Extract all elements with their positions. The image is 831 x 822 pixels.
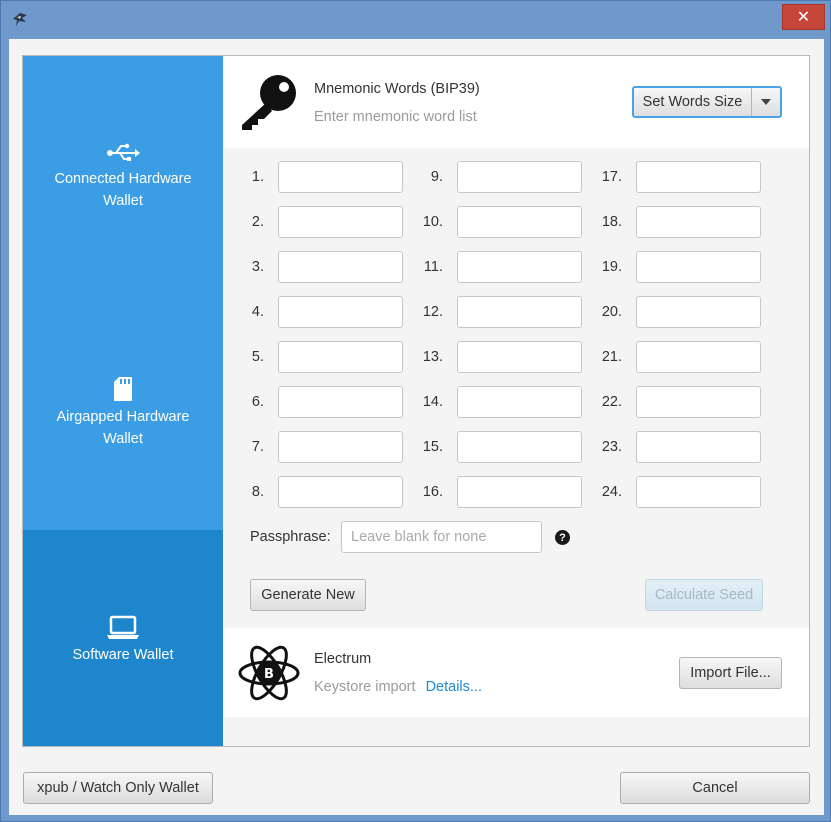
- word-input-5[interactable]: [278, 341, 403, 373]
- title-bar: ✕: [1, 1, 831, 37]
- word-input-22[interactable]: [636, 386, 761, 418]
- word-input-20[interactable]: [636, 296, 761, 328]
- mnemonic-card-header: Mnemonic Words (BIP39) Enter mnemonic wo…: [224, 56, 809, 148]
- set-words-size-button[interactable]: Set Words Size: [632, 86, 782, 118]
- import-wallet-window: ✕ Connected Hardware Wallet Airgapped Ha…: [0, 0, 831, 822]
- electrum-subtitle-text: Keystore import: [314, 679, 416, 695]
- close-window-button[interactable]: ✕: [782, 4, 825, 30]
- mnemonic-title: Mnemonic Words (BIP39): [314, 81, 480, 97]
- word-number: 18.: [601, 214, 622, 230]
- generate-new-button[interactable]: Generate New: [250, 579, 366, 611]
- word-input-10[interactable]: [457, 206, 582, 238]
- mnemonic-subtitle: Enter mnemonic word list: [314, 109, 477, 125]
- electrum-subtitle: Keystore import Details...: [314, 679, 482, 695]
- sd-card-icon: [113, 372, 133, 402]
- sidebar-item-label: Connected Hardware Wallet: [54, 171, 192, 209]
- electrum-title: Electrum: [314, 651, 372, 667]
- laptop-icon: [106, 610, 140, 640]
- passphrase-label: Passphrase:: [250, 529, 331, 545]
- import-file-button[interactable]: Import File...: [679, 657, 782, 689]
- cancel-button[interactable]: Cancel: [620, 772, 810, 804]
- sidebar-item-label: Airgapped Hardware Wallet: [56, 409, 190, 447]
- word-number: 20.: [601, 304, 622, 320]
- word-number: 23.: [601, 439, 622, 455]
- help-icon[interactable]: ?: [555, 530, 570, 545]
- word-number: 2.: [251, 214, 264, 230]
- word-input-11[interactable]: [457, 251, 582, 283]
- word-number: 21.: [601, 349, 622, 365]
- word-input-16[interactable]: [457, 476, 582, 508]
- word-input-17[interactable]: [636, 161, 761, 193]
- calculate-seed-button[interactable]: Calculate Seed: [645, 579, 763, 611]
- word-number: 12.: [422, 304, 443, 320]
- word-number: 24.: [601, 484, 622, 500]
- passphrase-input[interactable]: [341, 521, 542, 553]
- word-input-14[interactable]: [457, 386, 582, 418]
- word-input-3[interactable]: [278, 251, 403, 283]
- word-number: 13.: [422, 349, 443, 365]
- word-input-12[interactable]: [457, 296, 582, 328]
- key-icon: [242, 75, 296, 130]
- word-input-2[interactable]: [278, 206, 403, 238]
- word-input-19[interactable]: [636, 251, 761, 283]
- word-input-4[interactable]: [278, 296, 403, 328]
- word-input-6[interactable]: [278, 386, 403, 418]
- xpub-watch-only-wallet-button[interactable]: xpub / Watch Only Wallet: [23, 772, 213, 804]
- word-number: 9.: [430, 169, 443, 185]
- word-input-9[interactable]: [457, 161, 582, 193]
- word-input-1[interactable]: [278, 161, 403, 193]
- word-number: 22.: [601, 394, 622, 410]
- word-number: 5.: [251, 349, 264, 365]
- word-number: 4.: [251, 304, 264, 320]
- sparrow-app-icon: [13, 13, 27, 26]
- sidebar-item-label: Software Wallet: [72, 647, 174, 663]
- sidebar-item-airgapped-hardware-wallet[interactable]: Airgapped Hardware Wallet: [23, 372, 223, 452]
- word-input-18[interactable]: [636, 206, 761, 238]
- bitcoin-logo-letter: B: [264, 667, 274, 682]
- word-input-21[interactable]: [636, 341, 761, 373]
- word-number: 3.: [251, 259, 264, 275]
- word-number: 8.: [251, 484, 264, 500]
- sidebar-item-connected-hardware-wallet[interactable]: Connected Hardware Wallet: [23, 134, 223, 214]
- word-number: 19.: [601, 259, 622, 275]
- word-input-24[interactable]: [636, 476, 761, 508]
- word-input-15[interactable]: [457, 431, 582, 463]
- word-input-8[interactable]: [278, 476, 403, 508]
- word-number: 15.: [422, 439, 443, 455]
- electrum-atom-icon: B: [238, 645, 300, 701]
- software-wallet-panel: Mnemonic Words (BIP39) Enter mnemonic wo…: [224, 56, 809, 746]
- word-input-23[interactable]: [636, 431, 761, 463]
- word-number: 1.: [251, 169, 264, 185]
- wallet-source-sidebar: Connected Hardware Wallet Airgapped Hard…: [23, 56, 223, 746]
- word-input-13[interactable]: [457, 341, 582, 373]
- dialog-content: Connected Hardware Wallet Airgapped Hard…: [9, 39, 824, 815]
- details-link[interactable]: Details...: [426, 679, 482, 695]
- word-number: 16.: [422, 484, 443, 500]
- word-number: 11.: [423, 259, 443, 275]
- word-number: 10.: [422, 214, 443, 230]
- usb-icon: [106, 134, 140, 164]
- sidebar-item-software-wallet[interactable]: Software Wallet: [23, 530, 223, 746]
- chevron-down-icon[interactable]: [752, 88, 780, 116]
- word-number: 14.: [422, 394, 443, 410]
- wallet-type-panel: Connected Hardware Wallet Airgapped Hard…: [22, 55, 810, 747]
- word-number: 7.: [251, 439, 264, 455]
- set-words-size-label[interactable]: Set Words Size: [634, 88, 752, 116]
- word-input-7[interactable]: [278, 431, 403, 463]
- word-number: 17.: [601, 169, 622, 185]
- word-number: 6.: [251, 394, 264, 410]
- electrum-card: B Electrum Keystore import Details... Im…: [224, 628, 809, 717]
